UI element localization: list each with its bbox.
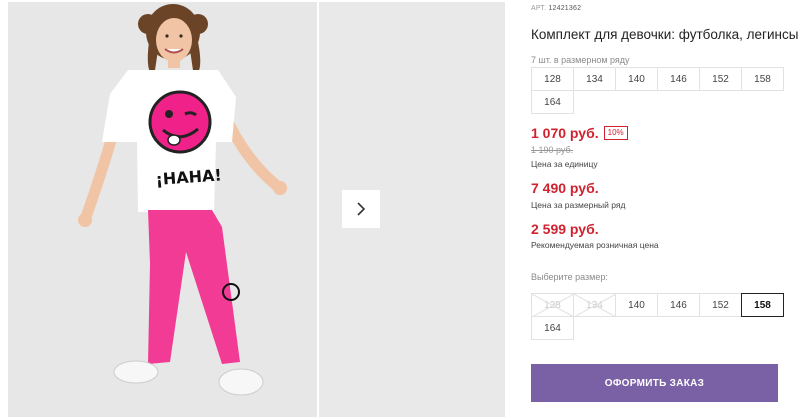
unavailable-strike-icon (574, 294, 616, 317)
article-label: АРТ. (531, 5, 547, 12)
row-size-cell: 152 (699, 67, 742, 91)
row-price-caption: Цена за размерный ряд (531, 200, 626, 210)
product-photo[interactable]: ¡HAHA! (8, 2, 317, 417)
size-picker: 128 134 140 146 152 158 164 (531, 293, 784, 340)
size-picker-label: Выберите размер: (531, 272, 608, 282)
unit-price-caption: Цена за единицу (531, 159, 598, 169)
row-size-cell: 140 (615, 67, 658, 91)
product-title: Комплект для девочки: футболка, легинсы (531, 27, 799, 42)
article-value: 12421362 (548, 5, 582, 12)
unit-price-value: 1 070 руб. (531, 125, 599, 141)
row-size-cell: 128 (531, 67, 574, 91)
place-order-button[interactable]: ОФОРМИТЬ ЗАКАЗ (531, 364, 778, 402)
size-option-164[interactable]: 164 (531, 316, 574, 340)
size-option-128[interactable]: 128 (531, 293, 574, 317)
chevron-right-icon (357, 202, 366, 216)
old-price: 1 190 руб. (531, 145, 574, 155)
row-size-cell: 134 (573, 67, 616, 91)
row-size-cell: 146 (657, 67, 700, 91)
size-option-146[interactable]: 146 (657, 293, 700, 317)
size-option-152[interactable]: 152 (699, 293, 742, 317)
product-gallery: ¡HAHA! (0, 0, 507, 419)
retail-price: 2 599 руб. (531, 221, 599, 237)
unavailable-strike-icon (532, 294, 574, 317)
product-info: АРТ. 12421362 Комплект для девочки: футб… (531, 0, 800, 419)
unit-price: 1 070 руб. 10% (531, 125, 628, 141)
size-option-158[interactable]: 158 (741, 293, 784, 317)
article-number: АРТ. 12421362 (531, 5, 581, 12)
row-count-text: 7 шт. в размерном ряду (531, 55, 630, 65)
size-option-134[interactable]: 134 (573, 293, 616, 317)
row-price: 7 490 руб. (531, 180, 599, 196)
row-size-cell: 158 (741, 67, 784, 91)
row-sizes-grid: 128 134 140 146 152 158 164 (531, 67, 784, 114)
size-option-140[interactable]: 140 (615, 293, 658, 317)
next-photo-button[interactable] (342, 190, 380, 228)
discount-badge: 10% (603, 126, 628, 140)
retail-price-caption: Рекомендуемая розничная цена (531, 240, 659, 250)
girl-illustration: ¡HAHA! (8, 2, 317, 417)
row-size-cell: 164 (531, 90, 574, 114)
